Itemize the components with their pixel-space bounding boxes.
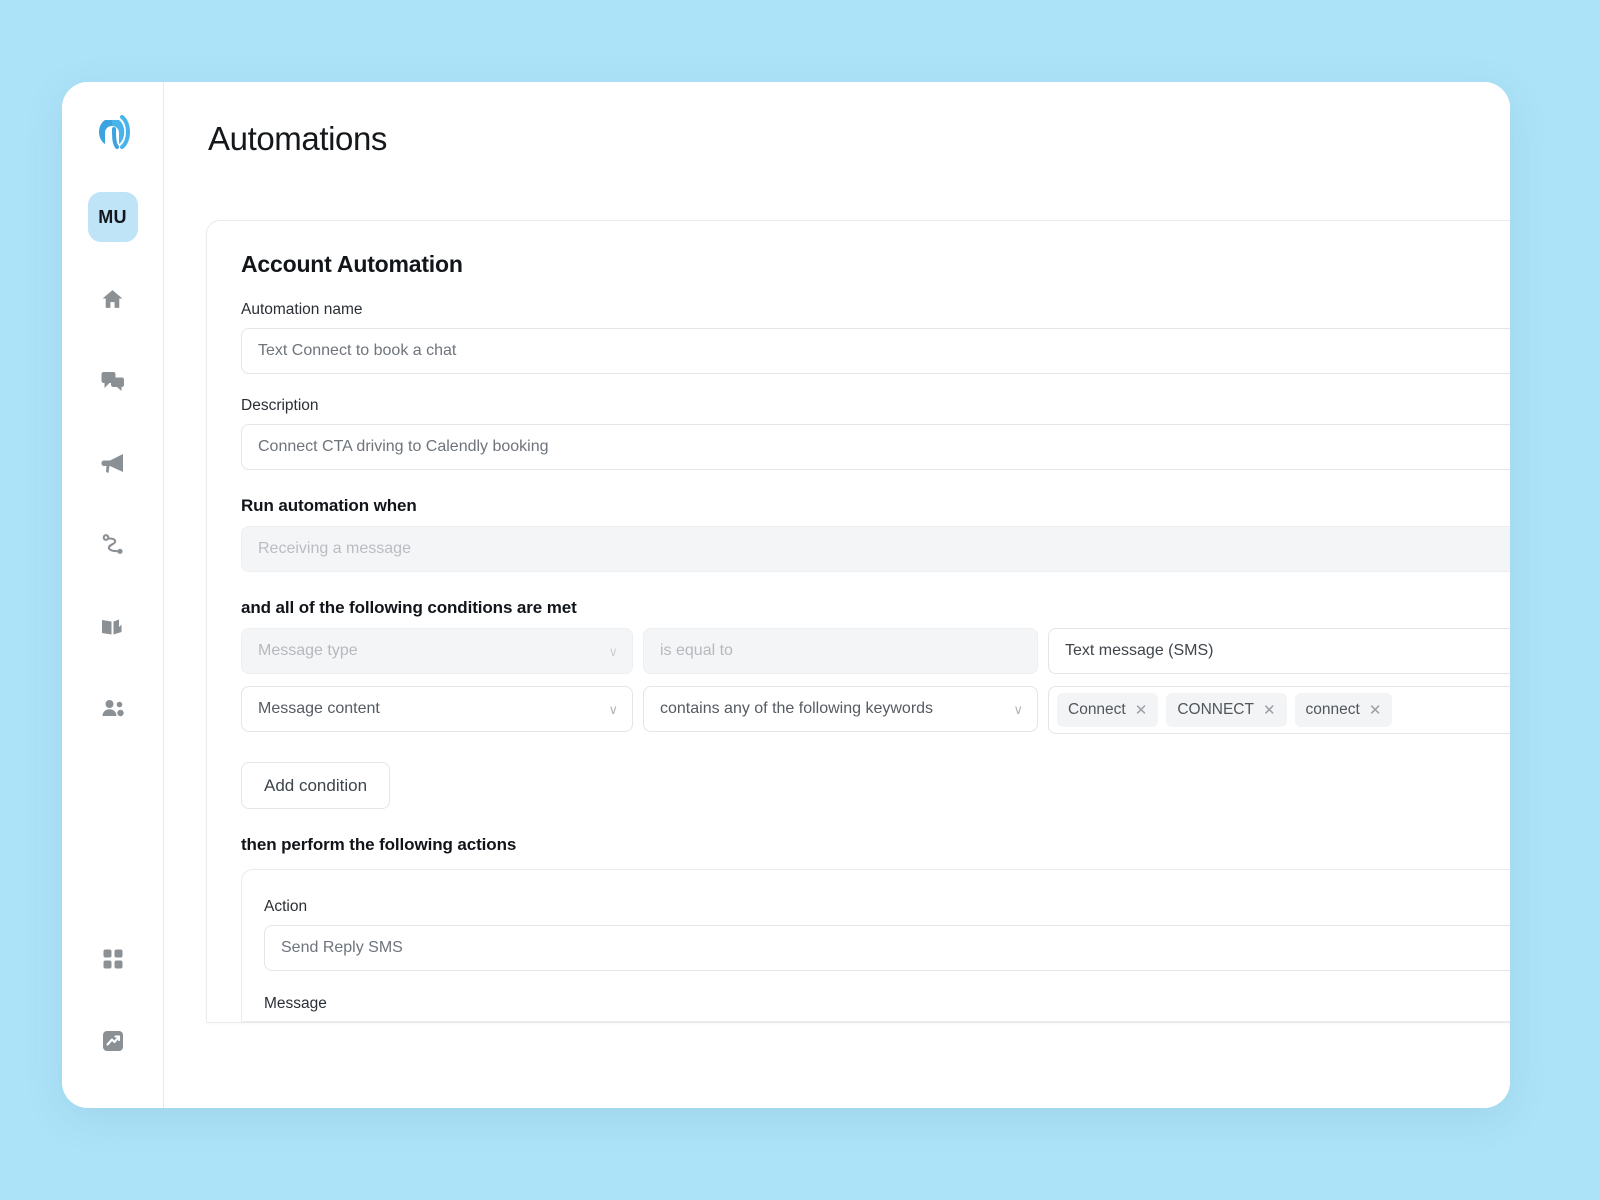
app-window: MU Automations Account Automation Automa… bbox=[62, 82, 1510, 1108]
sidebar-item-analytics[interactable] bbox=[88, 1016, 138, 1066]
message-label: Message bbox=[264, 995, 327, 1012]
action-card: Action Send Reply SMS Message bbox=[241, 869, 1510, 1022]
condition-operator-value: is equal to bbox=[660, 642, 733, 659]
sidebar: MU bbox=[62, 82, 164, 1108]
avatar-initials: MU bbox=[98, 206, 127, 227]
condition-field-value: Message type bbox=[258, 642, 358, 659]
condition-field-select[interactable]: Message type ∨ bbox=[241, 628, 633, 674]
analytics-trending-icon bbox=[101, 1029, 125, 1053]
condition-row: Message type ∨ is equal to Text message … bbox=[241, 628, 1510, 674]
description-input[interactable]: Connect CTA driving to Calendly booking bbox=[241, 424, 1510, 470]
chevron-down-icon: ∨ bbox=[608, 701, 618, 717]
automation-card: Account Automation Automation name Text … bbox=[206, 220, 1510, 1023]
automation-name-input[interactable]: Text Connect to book a chat bbox=[241, 328, 1510, 374]
trigger-select[interactable]: Receiving a message bbox=[241, 526, 1510, 572]
chat-bubbles-icon bbox=[100, 368, 126, 394]
brand-logo[interactable] bbox=[91, 108, 135, 156]
keyword-chip-label: CONNECT bbox=[1177, 701, 1254, 718]
sidebar-item-inbox[interactable] bbox=[88, 356, 138, 406]
card-title: Account Automation bbox=[241, 251, 463, 277]
sidebar-bottom-group bbox=[88, 934, 138, 1108]
home-icon bbox=[100, 287, 125, 312]
sidebar-item-library[interactable] bbox=[88, 602, 138, 652]
card-body: Automation name Text Connect to book a c… bbox=[207, 301, 1510, 1022]
keyword-chip[interactable]: connect ✕ bbox=[1294, 693, 1393, 727]
description-label: Description bbox=[241, 397, 319, 414]
close-icon[interactable]: ✕ bbox=[1263, 703, 1276, 718]
condition-row: Message content ∨ contains any of the fo… bbox=[241, 686, 1510, 734]
close-icon[interactable]: ✕ bbox=[1369, 703, 1382, 718]
keyword-chip-label: connect bbox=[1305, 701, 1360, 718]
condition-operator-select[interactable]: is equal to bbox=[643, 628, 1038, 674]
chevron-down-icon: ∨ bbox=[608, 643, 618, 659]
sidebar-item-home[interactable] bbox=[88, 274, 138, 324]
condition-field-select[interactable]: Message content ∨ bbox=[241, 686, 633, 732]
sidebar-item-apps[interactable] bbox=[88, 934, 138, 984]
page-title: Automations bbox=[208, 120, 388, 157]
keyword-chip[interactable]: CONNECT ✕ bbox=[1166, 693, 1287, 727]
close-icon[interactable]: ✕ bbox=[1135, 703, 1148, 718]
keyword-chip-label: Connect bbox=[1068, 701, 1126, 718]
sidebar-item-campaigns[interactable] bbox=[88, 438, 138, 488]
condition-operator-value: contains any of the following keywords bbox=[660, 700, 934, 717]
megaphone-icon bbox=[100, 450, 126, 476]
automation-flow-icon bbox=[100, 532, 126, 558]
conditions-section-label: and all of the following conditions are … bbox=[241, 598, 577, 617]
grid-apps-icon bbox=[101, 947, 125, 971]
condition-keywords-input[interactable]: Connect ✕ CONNECT ✕ connect ✕ bbox=[1048, 686, 1510, 734]
chevron-down-icon: ∨ bbox=[1013, 701, 1023, 717]
condition-operator-select[interactable]: contains any of the following keywords ∨ bbox=[643, 686, 1038, 732]
actions-section-label: then perform the following actions bbox=[241, 835, 517, 854]
trigger-section-label: Run automation when bbox=[241, 496, 417, 515]
keyword-chip[interactable]: Connect ✕ bbox=[1057, 693, 1159, 727]
sidebar-item-contacts[interactable] bbox=[88, 684, 138, 734]
book-icon bbox=[100, 614, 126, 640]
condition-field-value: Message content bbox=[258, 700, 380, 717]
action-label: Action bbox=[264, 898, 308, 915]
people-icon bbox=[100, 696, 126, 722]
action-select[interactable]: Send Reply SMS bbox=[264, 925, 1510, 971]
sidebar-item-automations[interactable] bbox=[88, 520, 138, 570]
automation-name-label: Automation name bbox=[241, 301, 363, 318]
avatar[interactable]: MU bbox=[87, 192, 138, 242]
condition-value-input[interactable]: Text message (SMS) bbox=[1048, 628, 1510, 674]
add-condition-button[interactable]: Add condition bbox=[241, 762, 391, 809]
main-content: Automations Account Automation Automatio… bbox=[164, 82, 1510, 1108]
